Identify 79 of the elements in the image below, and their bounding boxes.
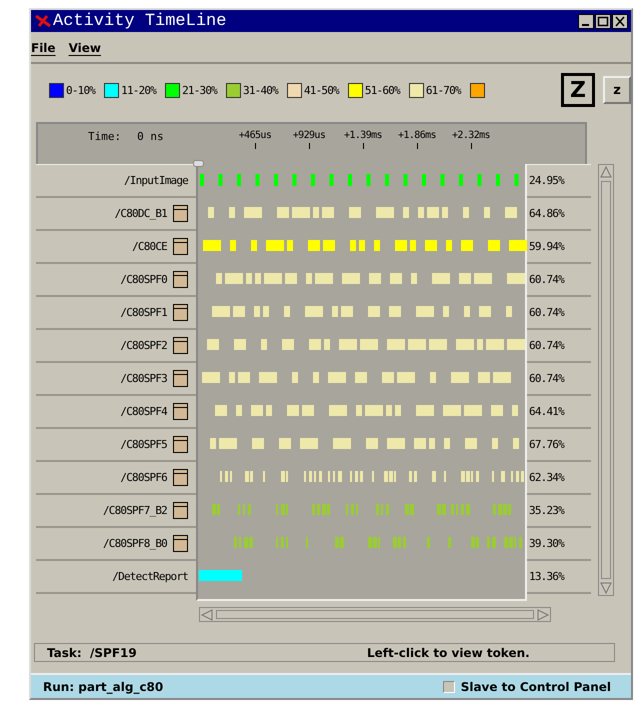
- tick-label: +1.86ms: [398, 130, 436, 141]
- folder-icon[interactable]: [173, 271, 188, 288]
- percent-label: 60.74%: [527, 297, 591, 330]
- time-value: 0 ns: [137, 130, 164, 145]
- scroll-left-arrow-icon[interactable]: [200, 608, 214, 620]
- task-label: Task: /SPF19: [47, 646, 138, 660]
- scroll-thumb[interactable]: [601, 181, 611, 579]
- row-name: /C80SPF1: [120, 306, 167, 319]
- percent-label: 60.74%: [527, 363, 591, 396]
- zoom-button[interactable]: z: [603, 76, 631, 104]
- folder-icon[interactable]: [173, 370, 188, 387]
- x-logo-icon: [35, 15, 51, 27]
- tick-label: +1.39ms: [344, 130, 382, 141]
- menu-item[interactable]: File: [31, 41, 56, 55]
- hint-text: Left-click to view token.: [367, 646, 530, 660]
- tick-mark: [416, 143, 418, 149]
- zoom-button[interactable]: Z: [561, 73, 595, 107]
- scroll-thumb[interactable]: [216, 610, 534, 619]
- time-label: Time:: [88, 130, 122, 145]
- folder-icon[interactable]: [173, 502, 188, 519]
- percent-label: 39.30%: [527, 528, 591, 561]
- tick-mark: [470, 143, 472, 149]
- percent-label: 60.74%: [527, 264, 591, 297]
- folder-icon[interactable]: [173, 469, 188, 486]
- folder-icon[interactable]: [173, 304, 188, 321]
- row-name: /DetectReport: [112, 570, 188, 583]
- close-button[interactable]: [612, 14, 628, 28]
- percent-label: 64.86%: [527, 198, 591, 231]
- legend-label: 51-60%: [364, 84, 400, 96]
- minimize-button[interactable]: [578, 14, 594, 28]
- percent-label: 24.95%: [527, 165, 591, 198]
- percent-label: 67.76%: [527, 429, 591, 462]
- legend-label: 0-10%: [66, 84, 96, 96]
- scroll-down-arrow-icon[interactable]: [600, 581, 612, 595]
- maximize-button[interactable]: [595, 14, 611, 28]
- percent-label: 59.94%: [527, 231, 591, 264]
- tick-label: +2.32ms: [452, 130, 490, 141]
- row-name: /C80SPF5: [120, 438, 167, 451]
- scroll-up-arrow-icon[interactable]: [600, 165, 612, 179]
- legend-label: 61-70%: [426, 84, 461, 96]
- row-name: /C80DC_B1: [114, 207, 167, 220]
- legend-label: 41-50%: [304, 84, 339, 96]
- folder-icon[interactable]: [173, 535, 188, 552]
- row-name: /InputImage: [124, 174, 188, 187]
- row-name: /C80SPF2: [120, 339, 167, 352]
- tick-label: +465us: [238, 130, 272, 141]
- checkbox-label: Slave to Control Panel: [460, 680, 611, 694]
- percent-label: 13.36%: [527, 561, 591, 594]
- percent-label: 35.23%: [527, 495, 591, 528]
- vertical-scrollbar[interactable]: [598, 164, 614, 596]
- tick-mark: [254, 143, 256, 149]
- menu-item[interactable]: View: [68, 41, 101, 55]
- row-name: /C80SPF4: [120, 405, 167, 418]
- checkbox[interactable]: [442, 680, 455, 692]
- horizontal-scrollbar[interactable]: [199, 607, 551, 622]
- tick-mark: [308, 143, 310, 149]
- scroll-right-arrow-icon[interactable]: [536, 608, 550, 620]
- row-name: /C80SPF0: [120, 273, 167, 286]
- row-name: /C80SPF3: [120, 372, 167, 385]
- row-name: /C80SPF8_B0: [102, 537, 167, 550]
- row-name: /C80SPF7_B2: [102, 504, 167, 517]
- run-label: Run: part_alg_c80: [43, 680, 164, 694]
- folder-icon[interactable]: [173, 403, 188, 420]
- resize-handle[interactable]: [193, 160, 204, 167]
- percent-label: 62.34%: [527, 462, 591, 495]
- legend-label: 11-20%: [121, 84, 156, 96]
- tick-label: +929us: [292, 130, 326, 141]
- percent-label: 64.41%: [527, 396, 591, 429]
- folder-icon[interactable]: [173, 436, 188, 453]
- folder-icon[interactable]: [173, 238, 188, 255]
- row-name: /C80SPF6: [120, 471, 167, 484]
- legend-label: 21-30%: [182, 84, 217, 96]
- legend-label: 31-40%: [243, 84, 278, 96]
- window-title: Activity TimeLine: [53, 12, 228, 30]
- folder-icon[interactable]: [173, 205, 188, 222]
- row-name: /C80CE: [132, 240, 167, 253]
- tick-mark: [362, 143, 364, 149]
- percent-label: 60.74%: [527, 330, 591, 363]
- folder-icon[interactable]: [173, 337, 188, 354]
